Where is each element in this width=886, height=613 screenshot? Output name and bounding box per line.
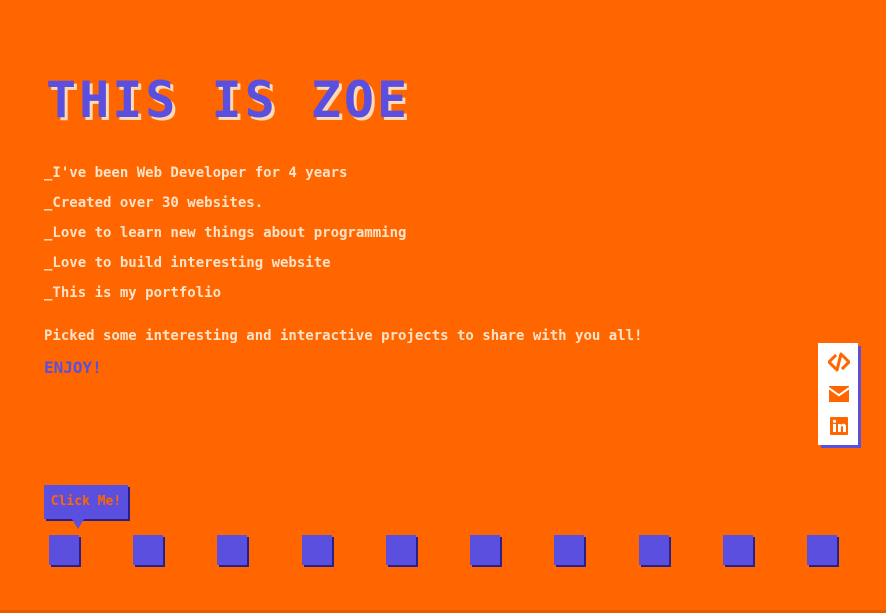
project-square[interactable] <box>217 535 247 565</box>
social-links-panel <box>818 343 858 445</box>
bubble-tail <box>72 519 84 529</box>
project-square[interactable] <box>723 535 753 565</box>
bio-line: _Created over 30 websites. <box>44 195 264 211</box>
bio-line: _This is my portfolio <box>44 285 222 301</box>
project-square[interactable] <box>133 535 163 565</box>
intro-text: Picked some interesting and interactive … <box>44 328 643 344</box>
project-square[interactable] <box>554 535 584 565</box>
bio-line: _Love to build interesting website <box>44 255 331 271</box>
project-square[interactable] <box>386 535 416 565</box>
click-me-button[interactable]: Click Me! <box>44 485 128 519</box>
enjoy-text: ENJOY! <box>44 358 102 377</box>
page-title: THIS IS ZOE <box>46 71 411 129</box>
linkedin-icon[interactable] <box>828 415 850 437</box>
project-square[interactable] <box>470 535 500 565</box>
bio-line: _I've been Web Developer for 4 years <box>44 165 348 181</box>
bio-list: _I've been Web Developer for 4 years _Cr… <box>44 160 406 310</box>
code-icon[interactable] <box>828 351 850 373</box>
bio-line: _Love to learn new things about programm… <box>44 225 407 241</box>
project-square[interactable] <box>49 535 79 565</box>
mail-icon[interactable] <box>828 383 850 405</box>
project-square[interactable] <box>302 535 332 565</box>
project-square[interactable] <box>639 535 669 565</box>
project-square[interactable] <box>807 535 837 565</box>
